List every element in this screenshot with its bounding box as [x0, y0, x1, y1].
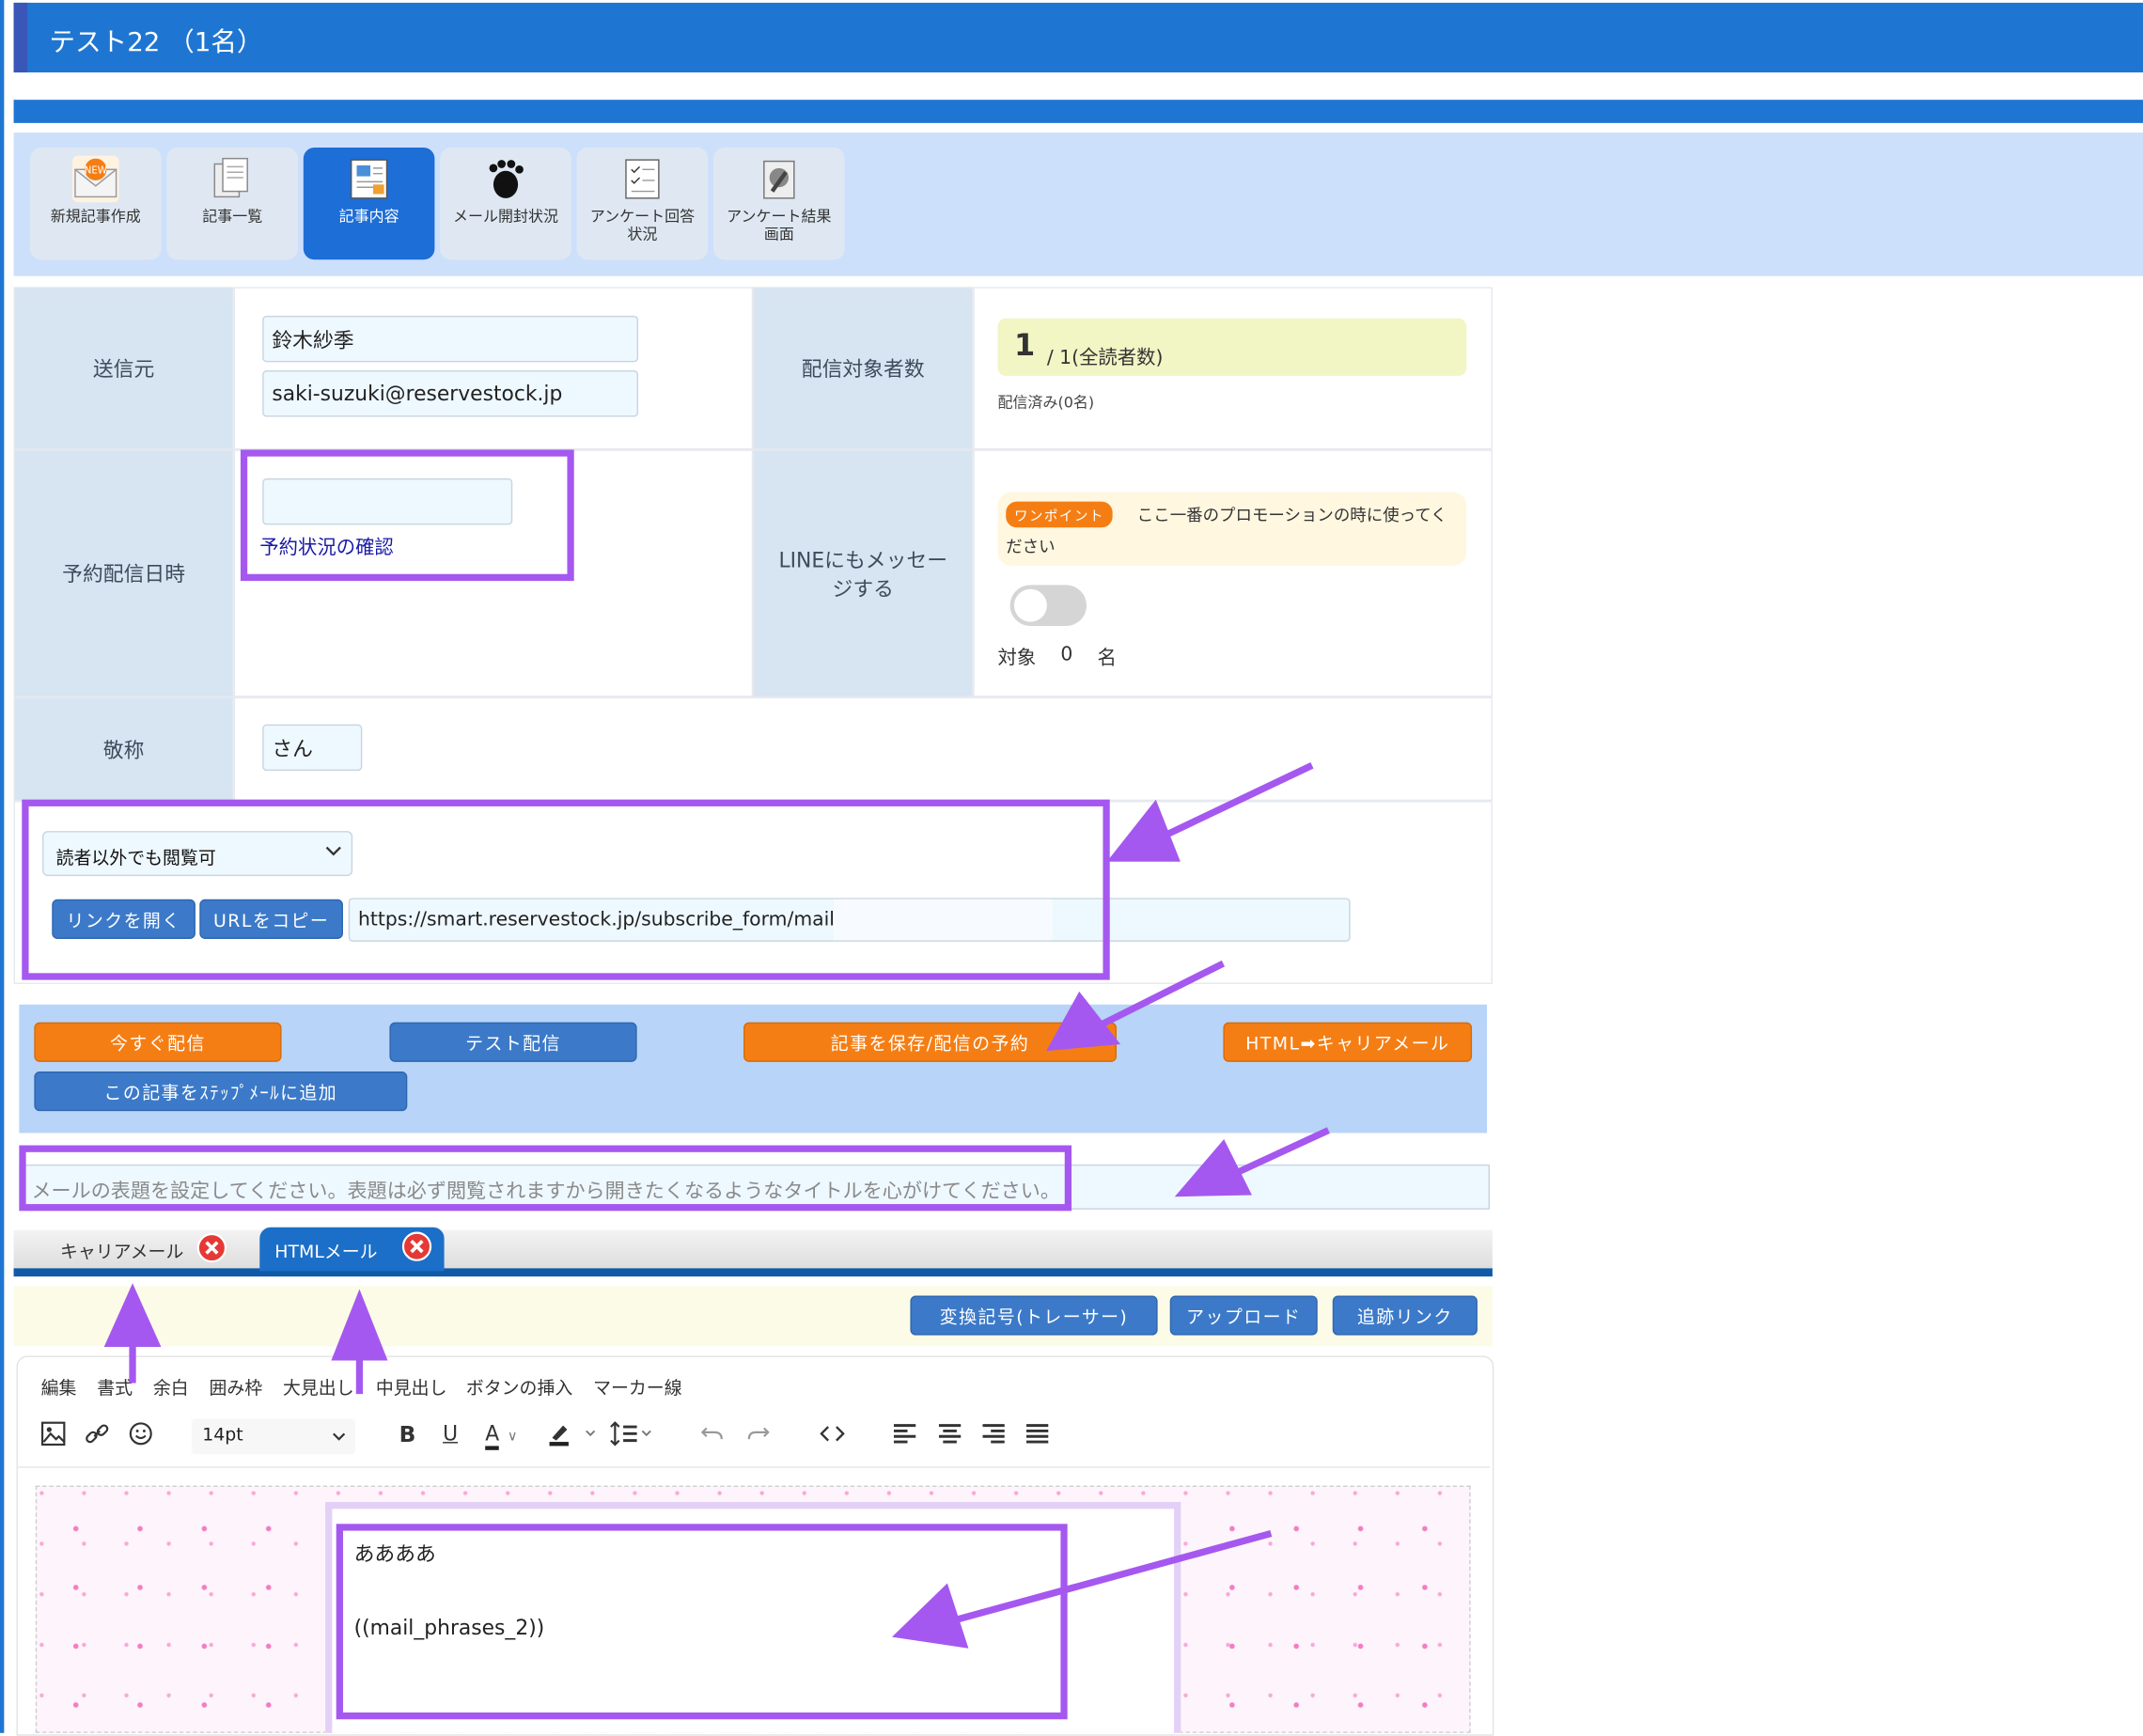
arrowhead [891, 1583, 969, 1649]
arrow [1166, 762, 1314, 837]
arrowhead [1174, 1139, 1252, 1197]
arrowhead [331, 1289, 388, 1361]
arrow [955, 1529, 1273, 1623]
arrowhead [103, 1283, 162, 1348]
annotation-arrows [103, 762, 1330, 1649]
arrow [1098, 960, 1226, 1028]
arrow [1235, 1127, 1330, 1176]
arrowhead [1106, 799, 1181, 862]
